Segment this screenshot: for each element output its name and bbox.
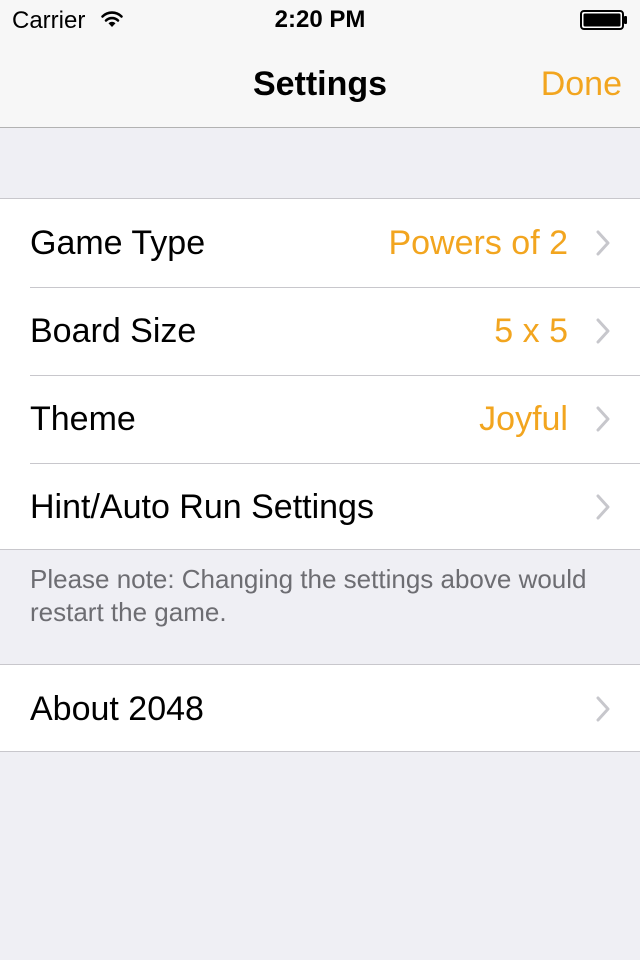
row-theme[interactable]: Theme Joyful	[0, 375, 640, 463]
done-button[interactable]: Done	[541, 40, 622, 128]
row-about[interactable]: About 2048	[0, 665, 640, 753]
status-bar: Carrier 2:20 PM	[0, 0, 640, 40]
row-game-type[interactable]: Game Type Powers of 2	[0, 199, 640, 287]
row-label: Game Type	[30, 224, 206, 262]
row-label: Hint/Auto Run Settings	[30, 488, 374, 526]
about-group: About 2048	[0, 664, 640, 752]
row-label: Theme	[30, 400, 136, 438]
chevron-right-icon	[596, 696, 610, 722]
chevron-right-icon	[596, 318, 610, 344]
battery-icon	[580, 10, 627, 30]
row-label: About 2048	[30, 690, 204, 728]
chevron-right-icon	[596, 406, 610, 432]
settings-note: Please note: Changing the settings above…	[30, 564, 587, 627]
settings-group: Game Type Powers of 2 Board Size 5 x 5 T…	[0, 198, 640, 550]
row-value: Powers of 2	[388, 224, 568, 262]
navigation-bar: Settings Done	[0, 40, 640, 128]
chevron-right-icon	[596, 230, 610, 256]
row-value: Joyful	[479, 400, 568, 438]
row-hint-auto-run[interactable]: Hint/Auto Run Settings	[0, 463, 640, 551]
chevron-right-icon	[596, 494, 610, 520]
row-value: 5 x 5	[494, 312, 568, 350]
row-board-size[interactable]: Board Size 5 x 5	[0, 287, 640, 375]
row-label: Board Size	[30, 312, 197, 350]
status-time: 2:20 PM	[274, 6, 366, 33]
